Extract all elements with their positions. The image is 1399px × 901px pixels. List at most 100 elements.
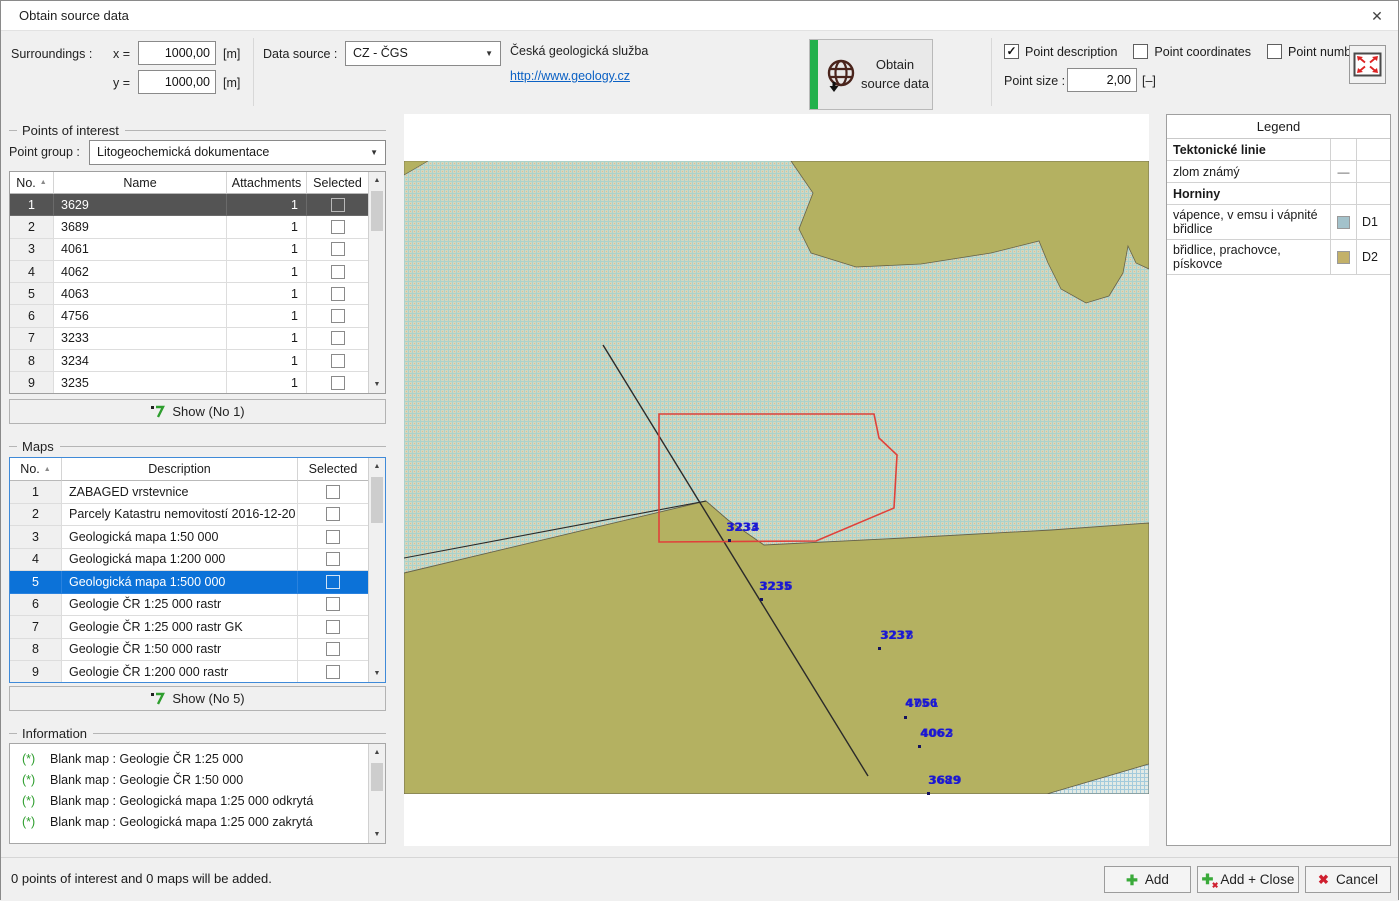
table-row[interactable]: 647561 — [10, 305, 385, 327]
row-checkbox[interactable] — [331, 354, 345, 368]
geological-map[interactable] — [404, 161, 1149, 794]
checkbox-point-coordinates[interactable]: Point coordinates — [1133, 44, 1251, 59]
y-input[interactable] — [138, 70, 216, 94]
cancel-button[interactable]: ✖ Cancel — [1305, 866, 1391, 893]
table-row[interactable]: 7Geologie ČR 1:25 000 rastr GK — [10, 616, 385, 639]
table-row[interactable]: 5Geologická mapa 1:500 000 — [10, 571, 385, 594]
row-checkbox[interactable] — [326, 575, 340, 589]
legend-code: D1 — [1356, 205, 1390, 239]
checkbox-box[interactable]: ✓ — [1004, 44, 1019, 59]
row-checkbox[interactable] — [331, 287, 345, 301]
maps-header: Maps — [9, 438, 386, 454]
data-source-select[interactable]: CZ - ČGS ▼ — [345, 41, 501, 66]
checkbox-point-description[interactable]: ✓ Point description — [1004, 44, 1117, 59]
cell-selected — [298, 594, 368, 617]
row-checkbox[interactable] — [326, 552, 340, 566]
row-checkbox[interactable] — [331, 265, 345, 279]
scroll-down-icon[interactable]: ▼ — [369, 826, 385, 843]
table-row[interactable]: 932351 — [10, 372, 385, 394]
legend-label: vápence, v emsu i vápnité břidlice — [1167, 205, 1330, 239]
column-header-no[interactable]: No.▲ — [10, 172, 54, 194]
table-row[interactable]: 4Geologická mapa 1:200 000 — [10, 549, 385, 572]
table-row[interactable]: 340611 — [10, 239, 385, 261]
show-point-button[interactable]: Show (No 1) — [9, 399, 386, 424]
legend-code — [1356, 161, 1390, 182]
row-checkbox[interactable] — [331, 198, 345, 212]
cell-no: 6 — [10, 594, 62, 617]
row-checkbox[interactable] — [326, 642, 340, 656]
column-header-description[interactable]: Description — [62, 458, 298, 481]
legend-symbol: — — [1330, 161, 1356, 182]
cell-attachments: 1 — [227, 328, 307, 350]
table-row[interactable]: 3Geologická mapa 1:50 000 — [10, 526, 385, 549]
table-row[interactable]: 8Geologie ČR 1:50 000 rastr — [10, 639, 385, 662]
zoom-extents-button[interactable] — [1349, 45, 1386, 84]
row-checkbox[interactable] — [331, 376, 345, 390]
information-scrollbar[interactable]: ▲ ▼ — [368, 744, 385, 843]
point-group-label: Point group : — [9, 145, 80, 159]
column-header-selected[interactable]: Selected — [298, 458, 368, 481]
obtain-button-accent — [810, 40, 818, 109]
cell-description: Geologie ČR 1:50 000 rastr — [62, 639, 298, 662]
legend-row: Horniny — [1167, 183, 1390, 205]
row-checkbox[interactable] — [326, 665, 340, 679]
column-header-name[interactable]: Name — [54, 172, 227, 194]
scroll-up-icon[interactable]: ▲ — [369, 172, 385, 189]
table-row[interactable]: 440621 — [10, 261, 385, 283]
table-row[interactable]: 236891 — [10, 216, 385, 238]
legend-symbol — [1330, 205, 1356, 239]
table-row[interactable]: 832341 — [10, 350, 385, 372]
scroll-down-icon[interactable]: ▼ — [369, 665, 385, 682]
row-checkbox[interactable] — [326, 530, 340, 544]
close-icon[interactable]: ✕ — [1364, 5, 1390, 27]
scroll-up-icon[interactable]: ▲ — [369, 744, 385, 761]
point-group-value: Litogeochemická dokumentace — [97, 145, 269, 159]
column-header-attachments[interactable]: Attachments — [227, 172, 307, 194]
checkbox-label: Point description — [1025, 45, 1117, 59]
show-map-button[interactable]: Show (No 5) — [9, 686, 386, 711]
information-header: Information — [9, 725, 386, 741]
map-canvas[interactable]: 3233323432353236323732384756406140624063… — [404, 114, 1149, 846]
cell-description: Geologie ČR 1:25 000 rastr GK — [62, 616, 298, 639]
row-checkbox[interactable] — [326, 507, 340, 521]
column-header-selected[interactable]: Selected — [307, 172, 368, 194]
table-row[interactable]: 732331 — [10, 328, 385, 350]
column-header-no[interactable]: No.▲ — [10, 458, 62, 481]
row-checkbox[interactable] — [331, 309, 345, 323]
scrollbar-thumb[interactable] — [371, 477, 383, 523]
table-row[interactable]: 540631 — [10, 283, 385, 305]
cell-selected — [298, 504, 368, 527]
obtain-source-data-button[interactable]: Obtain source data — [809, 39, 933, 110]
table-row[interactable]: 1ZABAGED vrstevnice — [10, 481, 385, 504]
row-checkbox[interactable] — [331, 331, 345, 345]
window-title: Obtain source data — [19, 8, 129, 23]
table-row[interactable]: 136291 — [10, 194, 385, 216]
cell-no: 2 — [10, 216, 54, 238]
add-close-button[interactable]: ✚ ✖ Add + Close — [1197, 866, 1299, 893]
cell-name: 3629 — [54, 194, 227, 216]
row-checkbox[interactable] — [326, 485, 340, 499]
table-row[interactable]: 9Geologie ČR 1:200 000 rastr — [10, 661, 385, 683]
row-checkbox[interactable] — [331, 220, 345, 234]
cell-selected — [298, 661, 368, 683]
scroll-up-icon[interactable]: ▲ — [369, 458, 385, 475]
table-row[interactable]: 2Parcely Katastru nemovitostí 2016-12-20 — [10, 504, 385, 527]
scrollbar-thumb[interactable] — [371, 191, 383, 231]
x-input[interactable] — [138, 41, 216, 65]
checkbox-box[interactable] — [1267, 44, 1282, 59]
chevron-down-icon: ▼ — [370, 141, 378, 164]
scrollbar-thumb[interactable] — [371, 763, 383, 791]
maps-table-scrollbar[interactable]: ▲ ▼ — [368, 458, 385, 682]
row-checkbox[interactable] — [331, 242, 345, 256]
provider-link[interactable]: http://www.geology.cz — [510, 69, 630, 83]
point-size-input[interactable] — [1067, 68, 1137, 92]
table-row[interactable]: 6Geologie ČR 1:25 000 rastr — [10, 594, 385, 617]
row-checkbox[interactable] — [326, 620, 340, 634]
points-table-scrollbar[interactable]: ▲ ▼ — [368, 172, 385, 393]
row-checkbox[interactable] — [326, 597, 340, 611]
show-map-label: Show (No 5) — [172, 691, 244, 706]
add-button[interactable]: ✚ Add — [1104, 866, 1191, 893]
point-group-select[interactable]: Litogeochemická dokumentace ▼ — [89, 140, 386, 165]
checkbox-box[interactable] — [1133, 44, 1148, 59]
scroll-down-icon[interactable]: ▼ — [369, 376, 385, 393]
